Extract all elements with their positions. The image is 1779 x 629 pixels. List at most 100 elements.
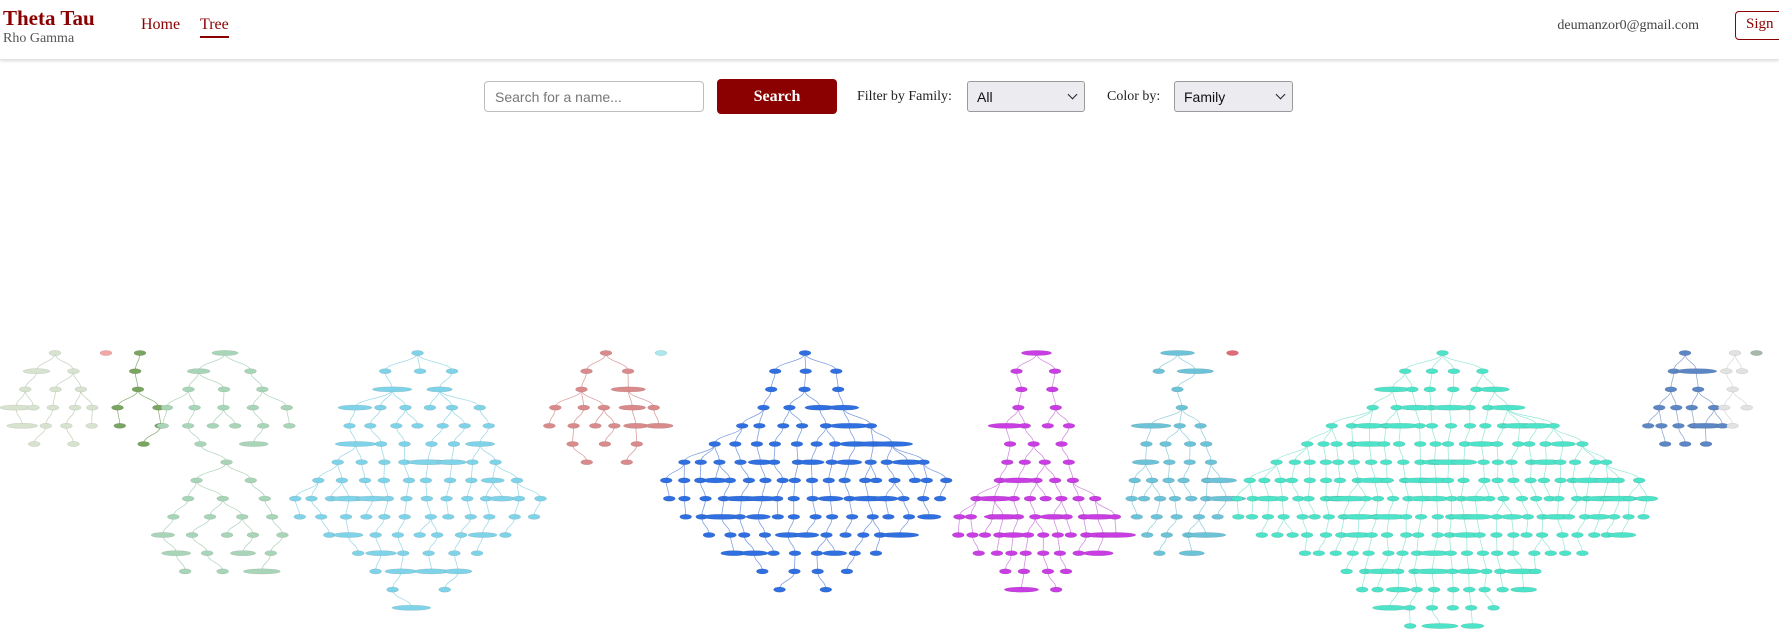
tree-node[interactable] [756, 568, 769, 575]
tree-node[interactable] [1678, 441, 1692, 447]
tree-node[interactable] [620, 459, 633, 466]
tree-node[interactable] [825, 514, 839, 520]
tree-node[interactable] [390, 422, 403, 429]
tree-node[interactable] [181, 495, 195, 502]
tree-node[interactable] [1530, 495, 1543, 502]
tree-node[interactable] [1399, 514, 1413, 520]
tree-node[interactable] [1637, 514, 1650, 520]
tree-node[interactable] [1140, 532, 1154, 538]
tree-node[interactable] [790, 441, 804, 447]
tree-node[interactable] [1461, 514, 1493, 520]
tree-node[interactable] [1371, 495, 1385, 502]
tree-node[interactable] [759, 477, 772, 484]
tree-node[interactable] [258, 495, 271, 502]
tree-node[interactable] [372, 386, 413, 393]
tree-node[interactable] [630, 441, 644, 447]
tree-node[interactable] [283, 422, 296, 429]
tree-node[interactable] [735, 422, 749, 429]
tree-node[interactable] [1173, 422, 1186, 429]
tree-node[interactable] [1463, 404, 1476, 411]
tree-node[interactable] [1425, 422, 1439, 429]
tree-node[interactable] [1364, 459, 1378, 466]
tree-node[interactable] [1226, 350, 1239, 356]
tree-node[interactable] [1055, 495, 1068, 502]
tree-node[interactable] [1476, 550, 1490, 557]
tree-node[interactable] [264, 550, 277, 557]
tree-node[interactable] [411, 422, 424, 429]
tree-node[interactable] [999, 568, 1012, 575]
tree-node[interactable] [187, 368, 211, 375]
tree-node[interactable] [805, 477, 819, 484]
tree-node[interactable] [1308, 514, 1321, 520]
tree-node[interactable] [1303, 477, 1316, 484]
tree-node[interactable] [1411, 532, 1425, 538]
tree-node[interactable] [1088, 495, 1102, 502]
tree-node[interactable] [1066, 477, 1080, 484]
tree-node[interactable] [358, 477, 372, 484]
tree-node[interactable] [549, 404, 562, 411]
tree-node[interactable] [1497, 495, 1510, 502]
tree-node[interactable] [1288, 459, 1302, 466]
tree-node[interactable] [243, 568, 281, 575]
tree-node[interactable] [1137, 495, 1151, 502]
tree-node[interactable] [869, 477, 883, 484]
tree-node[interactable] [1037, 550, 1050, 557]
tree-node[interactable] [1048, 477, 1062, 484]
tree-node[interactable] [425, 441, 438, 447]
tree-node[interactable] [1131, 459, 1160, 466]
tree-node[interactable] [742, 477, 756, 484]
tree-node[interactable] [131, 386, 145, 393]
tree-node[interactable] [1355, 586, 1369, 593]
tree-node[interactable] [1479, 422, 1492, 429]
tree-node[interactable] [1463, 422, 1477, 429]
tree-node[interactable] [236, 514, 249, 520]
tree-node[interactable] [334, 441, 377, 447]
tree-node[interactable] [660, 477, 673, 484]
tree-node[interactable] [1003, 441, 1017, 447]
tree-node[interactable] [882, 514, 895, 520]
tree-node[interactable] [848, 550, 861, 557]
tree-node[interactable] [806, 495, 819, 502]
tree-node[interactable] [1506, 550, 1520, 557]
tree-node[interactable] [798, 459, 825, 466]
tree-node[interactable] [678, 495, 691, 502]
tree-node[interactable] [1340, 568, 1353, 575]
tree-node[interactable] [1718, 404, 1731, 411]
tree-node[interactable] [1478, 386, 1510, 393]
tree-node[interactable] [22, 368, 51, 375]
tree-node[interactable] [1176, 368, 1214, 375]
tree-node[interactable] [276, 532, 289, 538]
tree-node[interactable] [699, 495, 712, 502]
tree-node[interactable] [1441, 441, 1455, 447]
tree-node[interactable] [39, 422, 53, 429]
tree-node[interactable] [1277, 514, 1290, 520]
tree-node[interactable] [230, 550, 256, 557]
tree-node[interactable] [1015, 386, 1028, 393]
tree-node[interactable] [1510, 586, 1538, 593]
tree-node[interactable] [424, 514, 438, 520]
tree-node[interactable] [1380, 477, 1394, 484]
tree-node[interactable] [1271, 532, 1284, 538]
tree-node[interactable] [67, 441, 80, 447]
tree-node[interactable] [1512, 441, 1525, 447]
tree-node[interactable] [185, 532, 199, 538]
tree-node[interactable] [543, 422, 556, 429]
tree-node[interactable] [750, 441, 764, 447]
tree-node[interactable] [508, 514, 521, 520]
tree-node[interactable] [1544, 550, 1557, 557]
tree-node[interactable] [150, 532, 175, 538]
tree-node[interactable] [182, 386, 195, 393]
tree-node[interactable] [940, 477, 953, 484]
tree-node[interactable] [440, 495, 453, 502]
tree-node[interactable] [466, 459, 479, 466]
tree-node[interactable] [1005, 550, 1018, 557]
tree-node[interactable] [1286, 532, 1299, 538]
tree-node[interactable] [835, 459, 863, 466]
tree-node[interactable] [1392, 441, 1406, 447]
tree-node[interactable] [1379, 459, 1393, 466]
tree-node[interactable] [1489, 404, 1526, 411]
tree-node[interactable] [1608, 532, 1637, 538]
tree-node[interactable] [1632, 477, 1646, 484]
tree-node[interactable] [1672, 422, 1685, 429]
tree-node[interactable] [1414, 514, 1428, 520]
